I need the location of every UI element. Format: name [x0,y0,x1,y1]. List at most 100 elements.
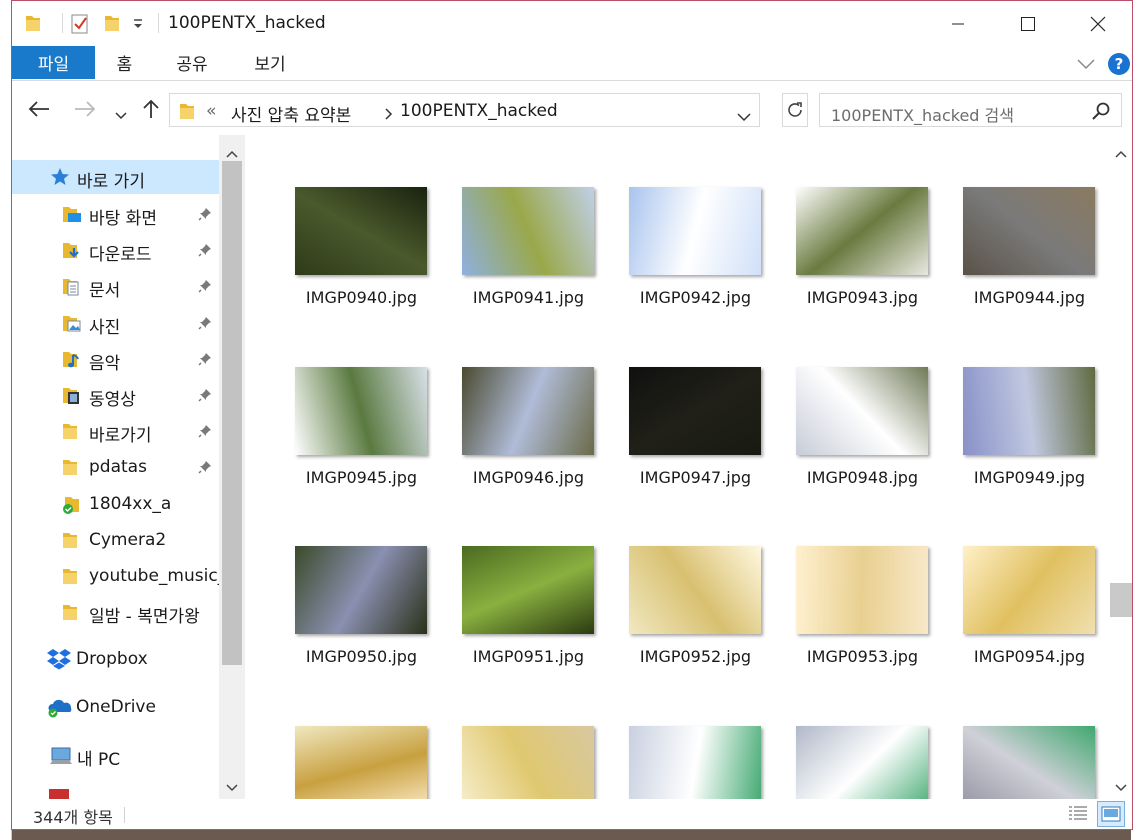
breadcrumb-item[interactable]: 100PENTX_hacked [400,101,558,121]
scrollbar-thumb[interactable] [222,161,242,665]
properties-icon[interactable] [70,13,90,35]
nav-item[interactable]: 일밤 - 복면가왕 [12,595,219,629]
file-thumbnail[interactable] [629,366,761,455]
nav-item[interactable]: 다운로드 [12,233,219,267]
file-thumbnail[interactable] [295,187,427,275]
maximize-button[interactable] [993,1,1063,46]
file-thumbnail[interactable] [963,366,1095,455]
file-name[interactable]: IMGP0953.jpg [779,647,946,666]
nav-item[interactable]: 바탕 화면 [12,197,219,231]
expand-ribbon-icon[interactable] [1077,55,1095,74]
nav-scrollbar[interactable] [219,135,245,799]
scroll-up-icon[interactable] [226,143,238,162]
scroll-down-icon[interactable] [1115,777,1127,796]
file-thumbnail[interactable] [796,366,928,455]
nav-label: 내 PC [77,750,121,770]
tab-home[interactable]: 홈 [107,46,142,79]
details-view-icon[interactable] [1067,804,1089,828]
file-thumbnail[interactable] [462,725,594,799]
pin-icon[interactable] [198,387,212,406]
dropbox-icon [47,648,71,674]
scrollbar-thumb[interactable] [1110,583,1132,617]
background-window-strip-right [1131,0,1145,840]
file-thumbnail[interactable] [796,187,928,275]
nav-quick-access[interactable]: 바로 가기 [12,160,219,194]
new-folder-icon[interactable] [104,13,120,35]
customize-quick-access-icon[interactable] [132,17,144,39]
tab-view[interactable]: 보기 [245,46,295,79]
nav-item[interactable]: 문서 [12,269,219,303]
file-thumbnail[interactable] [462,187,594,275]
file-thumbnail[interactable] [963,187,1095,275]
close-button[interactable] [1063,1,1132,46]
pin-icon[interactable] [198,351,212,370]
file-thumbnail[interactable] [295,546,427,634]
nav-onedrive[interactable]: OneDrive [12,690,219,724]
back-arrow-icon[interactable] [28,101,50,121]
search-icon[interactable] [1092,102,1110,124]
file-name[interactable]: IMGP0952.jpg [612,647,779,666]
pin-icon[interactable] [198,242,212,261]
tab-file[interactable]: 파일 [12,46,95,79]
nav-item[interactable]: pdatas [12,450,219,484]
file-name[interactable]: IMGP0947.jpg [612,468,779,487]
folder-icon [25,13,41,35]
up-arrow-icon[interactable] [142,99,160,123]
nav-item[interactable]: 동영상 [12,378,219,412]
file-name[interactable]: IMGP0945.jpg [278,468,445,487]
nav-this-pc[interactable]: 내 PC [12,738,219,772]
file-name[interactable]: IMGP0954.jpg [946,647,1109,666]
file-thumbnail[interactable] [295,725,427,799]
refresh-button[interactable] [782,93,808,127]
pin-icon[interactable] [198,315,212,334]
file-name[interactable]: IMGP0944.jpg [946,288,1109,307]
file-name[interactable]: IMGP0951.jpg [445,647,612,666]
file-name[interactable]: IMGP0950.jpg [278,647,445,666]
file-thumbnail[interactable] [629,546,761,634]
nav-item[interactable]: 바로가기 [12,414,219,448]
pin-icon[interactable] [198,206,212,225]
nav-dropbox[interactable]: Dropbox [12,642,219,676]
tab-share[interactable]: 공유 [167,46,217,79]
address-dropdown-icon[interactable] [737,107,751,126]
file-thumbnail[interactable] [295,366,427,455]
recent-locations-chevron-icon[interactable] [115,105,127,124]
scroll-down-icon[interactable] [226,777,238,796]
file-thumbnail[interactable] [963,725,1095,799]
breadcrumb-item[interactable]: 사진 압축 요약본 [231,101,351,126]
large-icons-view-icon[interactable] [1097,801,1125,827]
file-thumbnail[interactable] [462,366,594,455]
search-box[interactable]: 100PENTX_hacked 검색 [819,93,1122,127]
file-name[interactable]: IMGP0946.jpg [445,468,612,487]
nav-item[interactable]: Cymera2 [12,523,219,557]
nav-item[interactable]: youtube_music_ [12,559,226,593]
file-thumbnail[interactable] [462,546,594,634]
nav-item[interactable]: 사진 [12,306,219,340]
scroll-up-icon[interactable] [1115,143,1127,162]
nav-label: 다운로드 [89,245,152,266]
file-thumbnail[interactable] [796,546,928,634]
file-thumbnail[interactable] [629,725,761,799]
file-thumbnail[interactable] [796,725,928,799]
file-name[interactable]: IMGP0941.jpg [445,288,612,307]
file-name[interactable]: IMGP0948.jpg [779,468,946,487]
forward-arrow-icon[interactable] [74,101,96,121]
minimize-button[interactable] [923,1,993,46]
address-bar[interactable]: « 사진 압축 요약본 100PENTX_hacked [169,93,760,127]
content-scrollbar[interactable] [1109,135,1132,799]
file-name[interactable]: IMGP0942.jpg [612,288,779,307]
pin-icon[interactable] [198,278,212,297]
pin-icon[interactable] [198,423,212,442]
breadcrumb-separator-icon[interactable] [385,105,393,124]
file-thumbnail[interactable] [629,187,761,275]
file-thumbnail[interactable] [963,546,1095,634]
file-name[interactable]: IMGP0940.jpg [278,288,445,307]
nav-item[interactable]: 1804xx_a [12,487,219,521]
pin-icon[interactable] [198,459,212,478]
breadcrumb-overflow[interactable]: « [206,101,216,121]
search-input[interactable]: 100PENTX_hacked 검색 [831,102,1014,126]
nav-item[interactable]: 음악 [12,342,219,376]
file-name[interactable]: IMGP0943.jpg [779,288,946,307]
file-name[interactable]: IMGP0949.jpg [946,468,1109,487]
help-icon[interactable]: ? [1108,53,1130,75]
